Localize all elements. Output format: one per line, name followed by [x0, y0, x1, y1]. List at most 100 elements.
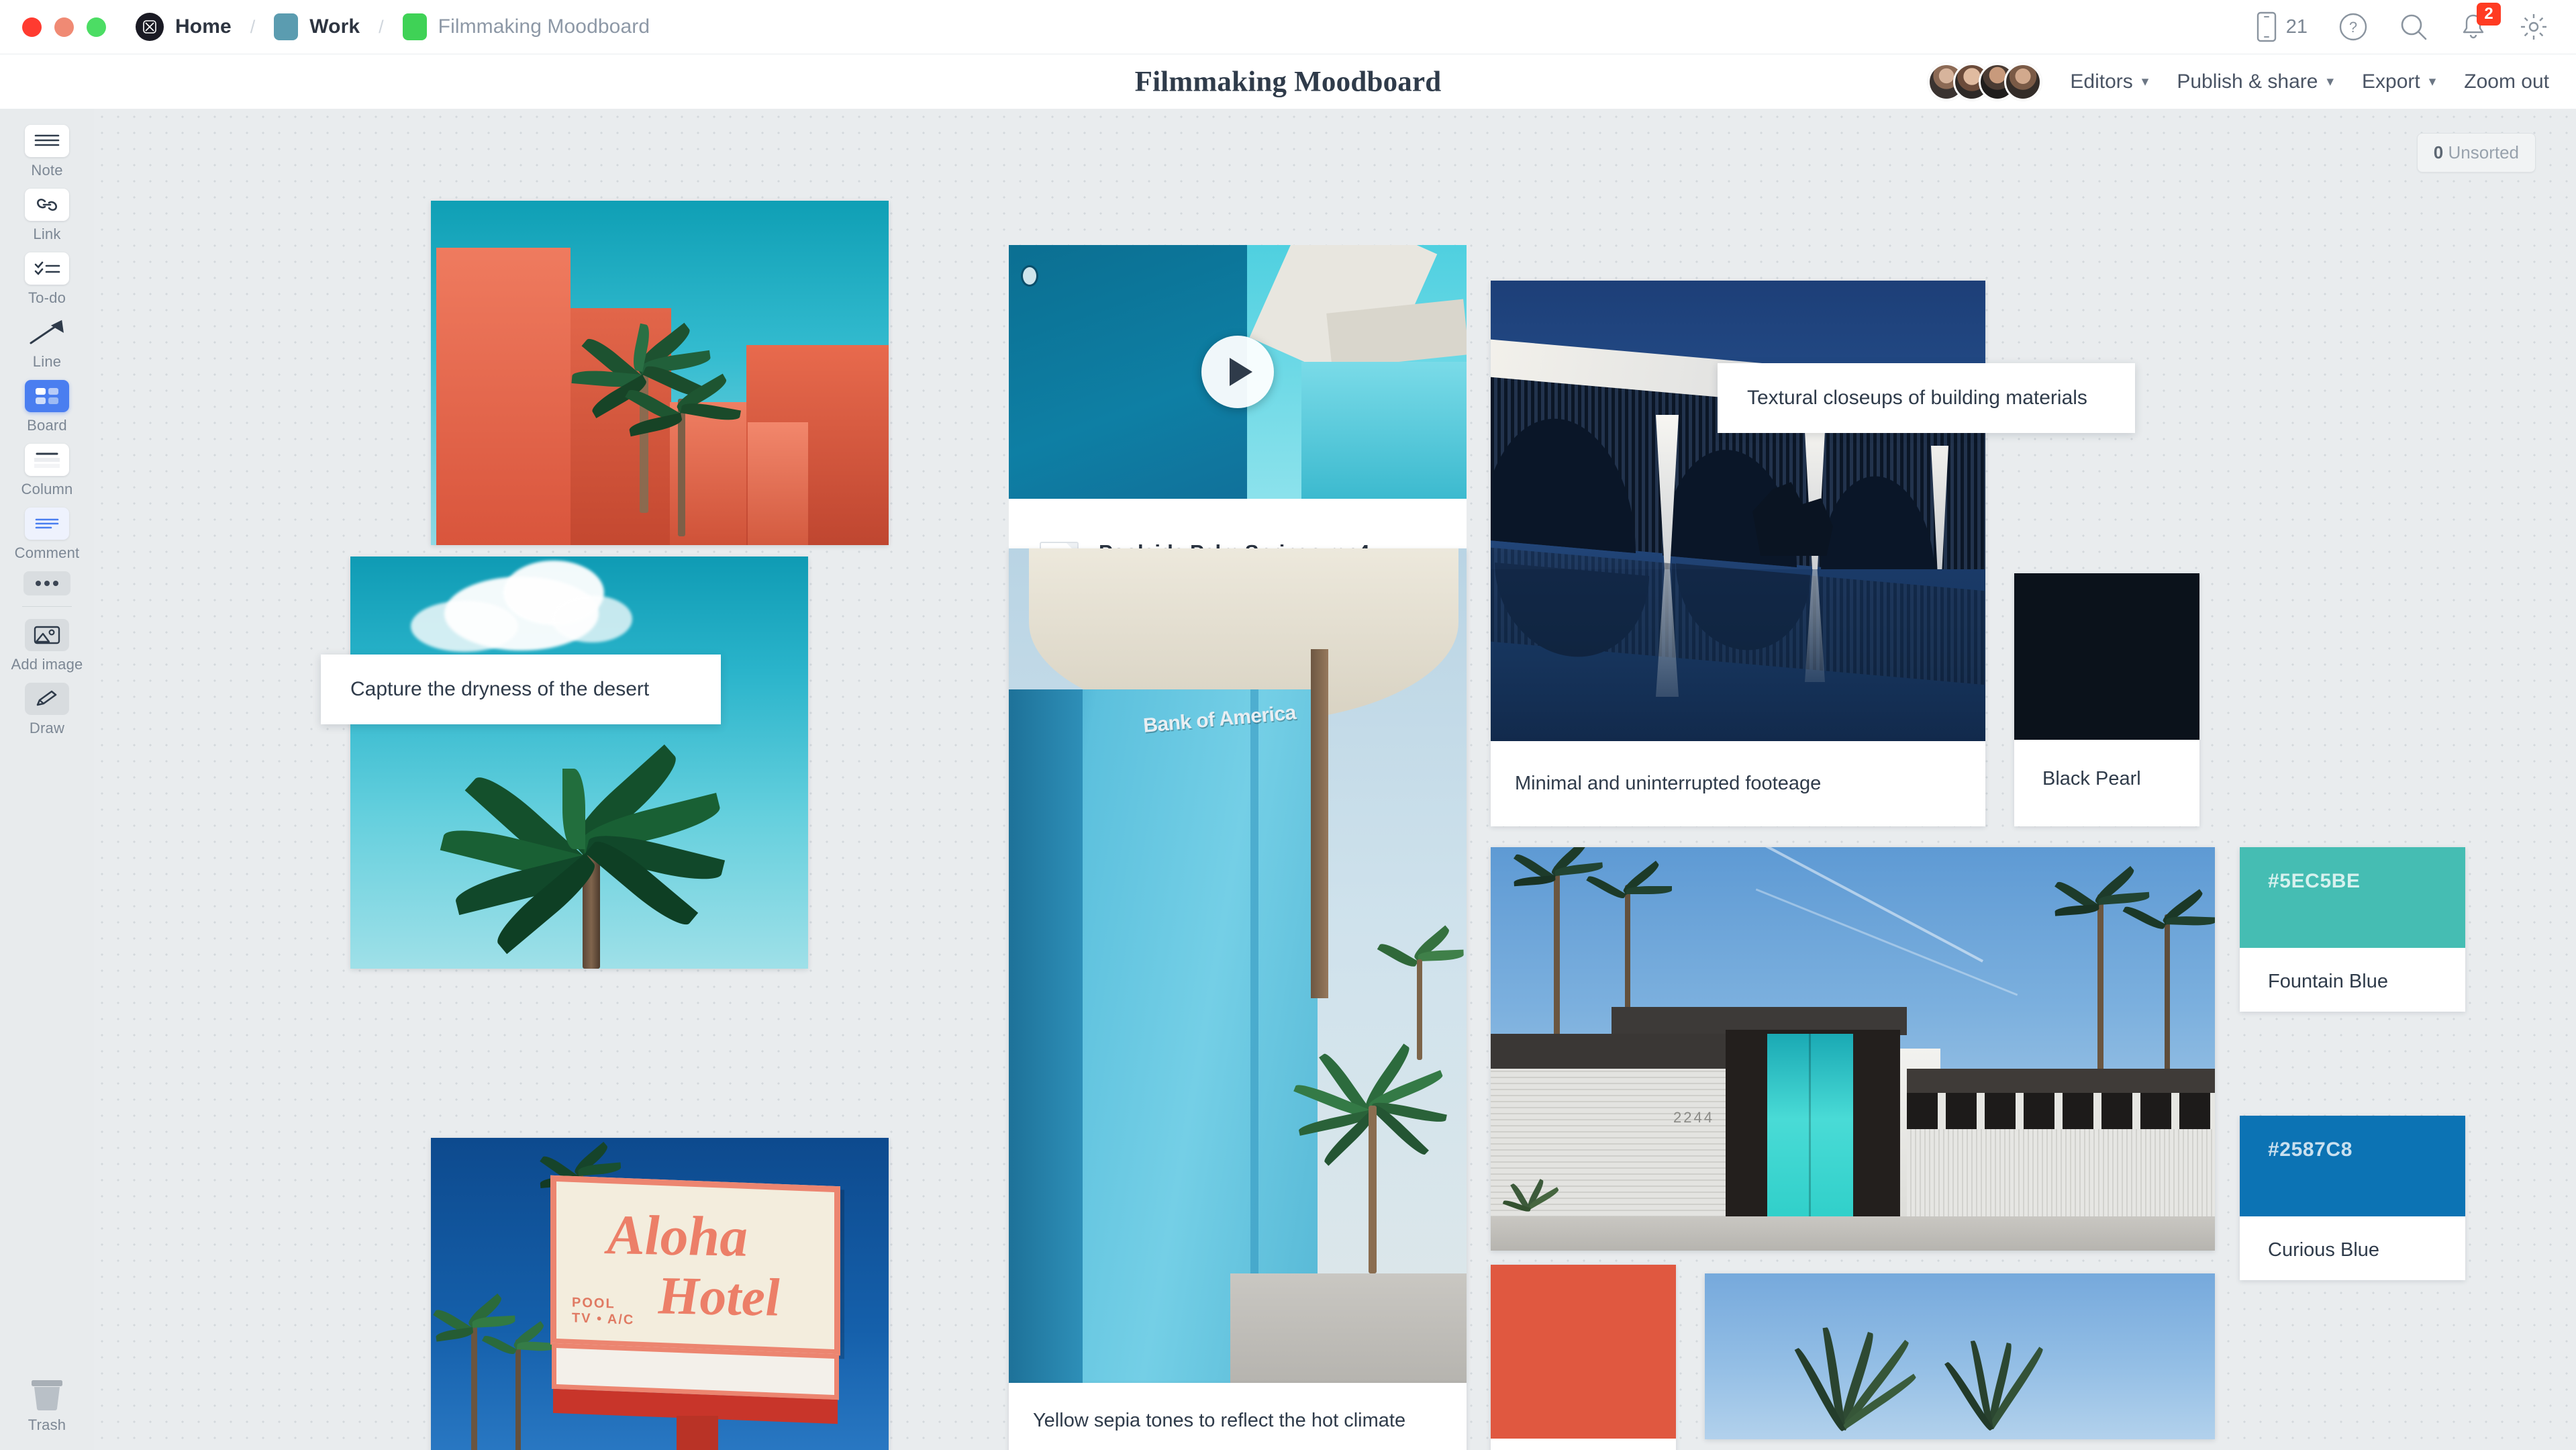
breadcrumb-separator-2: / — [379, 16, 384, 37]
unsorted-count: 0 — [2433, 142, 2444, 162]
board-folder-icon — [402, 13, 427, 40]
swatch-black-pearl-color — [2014, 573, 2199, 740]
help-button[interactable]: ? — [2338, 12, 2368, 42]
sidebar-label-trash: Trash — [28, 1416, 66, 1433]
app-logo-icon — [136, 13, 164, 41]
svg-text:?: ? — [2349, 19, 2357, 36]
chevron-down-icon: ▾ — [2428, 74, 2436, 89]
sidebar-item-link[interactable]: Link — [0, 189, 94, 243]
zoom-out-button[interactable]: Zoom out — [2464, 70, 2549, 93]
breadcrumb: Home / Work / Filmmaking Moodboard — [136, 13, 650, 41]
note-textural[interactable]: Textural closeups of building materials — [1718, 363, 2135, 433]
left-toolbar: Note Link To-do Line Board Column Commen… — [0, 109, 94, 1450]
breadcrumb-home-label: Home — [175, 15, 232, 38]
sidebar-label-todo: To-do — [28, 289, 66, 306]
image-bank-of-america[interactable]: Bank of America — [1009, 548, 1467, 1383]
draw-pencil-icon — [25, 683, 69, 715]
sidebar-item-note[interactable]: Note — [0, 125, 94, 179]
publish-share-label: Publish & share — [2177, 70, 2318, 93]
unsorted-badge[interactable]: 0 Unsorted — [2416, 133, 2536, 173]
board-header: Filmmaking Moodboard Editors ▾ Publish &… — [0, 54, 2576, 109]
window-close-button[interactable] — [22, 17, 42, 37]
help-icon: ? — [2339, 13, 2367, 41]
swatch-black-pearl-name: Black Pearl — [2042, 768, 2141, 789]
image-red-building[interactable] — [431, 201, 889, 545]
breadcrumb-item-home[interactable]: Home — [136, 13, 232, 41]
caption-minimal[interactable]: Minimal and uninterrupted footeage — [1491, 741, 1985, 826]
sidebar-label-link: Link — [33, 226, 61, 242]
swatch-curious-blue-color — [2240, 1116, 2465, 1216]
swatch-curious-blue-name: Curious Blue — [2268, 1239, 2380, 1261]
sidebar-label-column: Column — [21, 481, 73, 497]
breadcrumb-board-label: Filmmaking Moodboard — [438, 15, 650, 38]
link-icon — [25, 189, 69, 221]
board-canvas[interactable]: 0 Unsorted Capture the dryness of the de… — [94, 109, 2576, 1450]
notification-badge: 2 — [2477, 3, 2501, 26]
note-textural-text: Textural closeups of building materials — [1747, 387, 2087, 409]
caption-minimal-text: Minimal and uninterrupted footeage — [1515, 773, 1822, 794]
image-aloha-sign[interactable]: Aloha Hotel POOL TV • A/C — [431, 1138, 889, 1450]
sidebar-label-line: Line — [32, 353, 62, 370]
sidebar-item-add-image[interactable]: Add image — [0, 619, 94, 673]
swatch-fountain-blue[interactable]: #5EC5BE Fountain Blue — [2240, 847, 2465, 1012]
swatch-black-pearl[interactable]: Black Pearl — [2014, 573, 2199, 826]
board-actions: Editors ▾ Publish & share ▾ Export ▾ Zoo… — [1928, 62, 2549, 101]
gear-icon — [2521, 14, 2546, 40]
note-icon — [25, 125, 69, 157]
window-traffic-lights — [0, 17, 106, 37]
editor-avatars[interactable] — [1928, 62, 2042, 101]
sidebar-label-board: Board — [27, 417, 67, 434]
editors-label: Editors — [2070, 70, 2133, 93]
swatch-curious-blue-hex: #2587C8 — [2268, 1139, 2352, 1161]
chevron-down-icon: ▾ — [2326, 74, 2334, 89]
sidebar-item-board[interactable]: Board — [0, 380, 94, 434]
swatch-red-damask[interactable]: Red Damask — [1491, 1265, 1676, 1450]
image-palm-sky[interactable] — [350, 557, 808, 969]
image-niemeyer-palace[interactable] — [1491, 281, 1985, 741]
image-palm-fronds[interactable] — [1705, 1273, 2215, 1439]
sidebar-item-comment[interactable]: Comment — [0, 508, 94, 562]
zoom-out-label: Zoom out — [2464, 70, 2549, 93]
top-bar: Home / Work / Filmmaking Moodboard 21 ? … — [0, 0, 2576, 54]
export-menu-button[interactable]: Export ▾ — [2362, 70, 2436, 93]
settings-button[interactable] — [2518, 11, 2549, 42]
note-desert[interactable]: Capture the dryness of the desert — [321, 655, 721, 724]
caption-sepia-text: Yellow sepia tones to reflect the hot cl… — [1033, 1410, 1406, 1431]
sidebar-item-todo[interactable]: To-do — [0, 252, 94, 307]
board-icon — [25, 380, 69, 412]
notifications-button[interactable]: 2 — [2459, 3, 2501, 42]
trash-icon — [32, 1380, 62, 1410]
caption-sepia[interactable]: Yellow sepia tones to reflect the hot cl… — [1009, 1383, 1467, 1450]
swatch-fountain-blue-name: Fountain Blue — [2268, 971, 2388, 992]
house-number: 2244 — [1673, 1109, 1714, 1126]
window-maximize-button[interactable] — [87, 17, 106, 37]
sidebar-item-more[interactable] — [0, 571, 94, 595]
swatch-fountain-blue-color — [2240, 847, 2465, 948]
export-label: Export — [2362, 70, 2420, 93]
add-image-icon — [25, 619, 69, 651]
line-arrow-icon — [25, 316, 69, 348]
breadcrumb-item-work[interactable]: Work — [274, 13, 360, 40]
top-bar-actions: 21 ? 2 — [2257, 3, 2576, 42]
breadcrumb-item-board[interactable]: Filmmaking Moodboard — [402, 13, 650, 40]
video-thumbnail[interactable] — [1009, 245, 1467, 499]
work-folder-icon — [274, 13, 299, 40]
sidebar-item-column[interactable]: Column — [0, 444, 94, 498]
image-mcm-house[interactable]: 2244 — [1491, 847, 2215, 1251]
swatch-curious-blue[interactable]: #2587C8 Curious Blue — [2240, 1116, 2465, 1280]
publish-share-menu-button[interactable]: Publish & share ▾ — [2177, 70, 2334, 93]
window-minimize-button[interactable] — [54, 17, 74, 37]
sidebar-label-note: Note — [31, 162, 63, 179]
todo-icon — [25, 252, 69, 285]
editors-menu-button[interactable]: Editors ▾ — [2070, 70, 2148, 93]
mobile-preview-button[interactable]: 21 — [2257, 11, 2308, 42]
column-icon — [25, 444, 69, 476]
sidebar-item-trash[interactable]: Trash — [0, 1378, 94, 1434]
play-button[interactable] — [1201, 336, 1274, 408]
sidebar-label-comment: Comment — [14, 544, 80, 561]
sidebar-item-draw[interactable]: Draw — [0, 683, 94, 737]
more-options-icon — [23, 571, 70, 595]
sidebar-item-line[interactable]: Line — [0, 316, 94, 371]
search-button[interactable] — [2399, 12, 2428, 42]
swatch-fountain-blue-hex: #5EC5BE — [2268, 870, 2361, 892]
